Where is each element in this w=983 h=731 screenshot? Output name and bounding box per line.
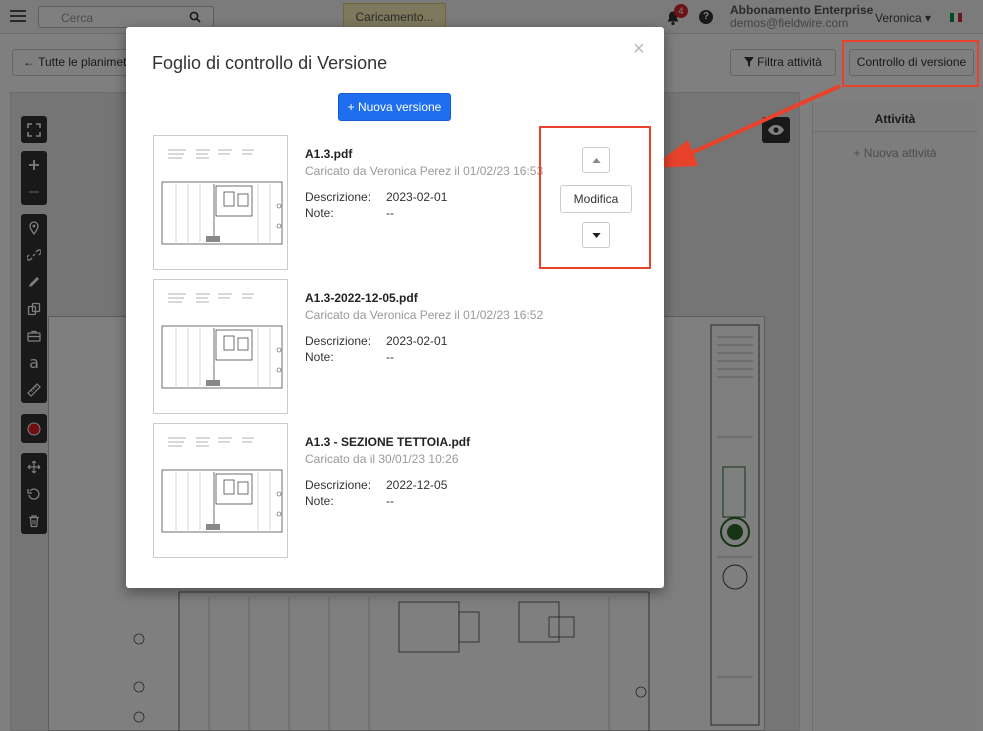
notes-value: -- xyxy=(386,494,394,508)
version-file-name[interactable]: A1.3 - SEZIONE TETTOIA.pdf xyxy=(305,435,470,449)
notes-value: -- xyxy=(386,350,394,364)
version-control-highlight xyxy=(842,40,979,87)
description-value: 2022-12-05 xyxy=(386,478,448,492)
version-file-name[interactable]: A1.3.pdf xyxy=(305,147,352,161)
version-uploaded-by: Caricato da il 30/01/23 10:26 xyxy=(305,452,459,466)
notes-value: -- xyxy=(386,206,394,220)
version-item: A1.3-2022-12-05.pdf Caricato da Veronica … xyxy=(153,279,553,414)
description-value: 2023-02-01 xyxy=(386,190,448,204)
close-icon[interactable]: × xyxy=(633,39,645,59)
version-uploaded-by: Caricato da Veronica Perez il 01/02/23 1… xyxy=(305,164,544,178)
version-uploaded-by: Caricato da Veronica Perez il 01/02/23 1… xyxy=(305,308,544,322)
description-value: 2023-02-01 xyxy=(386,334,448,348)
annotation-arrow xyxy=(650,84,841,168)
modal-title: Foglio di controllo di Versione xyxy=(152,53,388,73)
version-control-modal: Foglio di controllo di Versione × + Nuov… xyxy=(126,27,664,588)
new-version-button[interactable]: + Nuova versione xyxy=(338,93,451,121)
description-label: Descrizione: xyxy=(305,478,372,492)
version-thumbnail[interactable] xyxy=(153,279,288,414)
version-file-name[interactable]: A1.3-2022-12-05.pdf xyxy=(305,291,418,305)
notes-label: Note: xyxy=(305,350,334,364)
version-thumbnail[interactable] xyxy=(153,135,288,270)
version-item: A1.3 - SEZIONE TETTOIA.pdf Caricato da il… xyxy=(153,423,553,558)
notes-label: Note: xyxy=(305,494,334,508)
notes-label: Note: xyxy=(305,206,334,220)
description-label: Descrizione: xyxy=(305,334,372,348)
reorder-controls-highlight xyxy=(539,126,651,269)
version-item: A1.3.pdf Caricato da Veronica Perez il 01… xyxy=(153,135,553,270)
version-thumbnail[interactable] xyxy=(153,423,288,558)
description-label: Descrizione: xyxy=(305,190,372,204)
